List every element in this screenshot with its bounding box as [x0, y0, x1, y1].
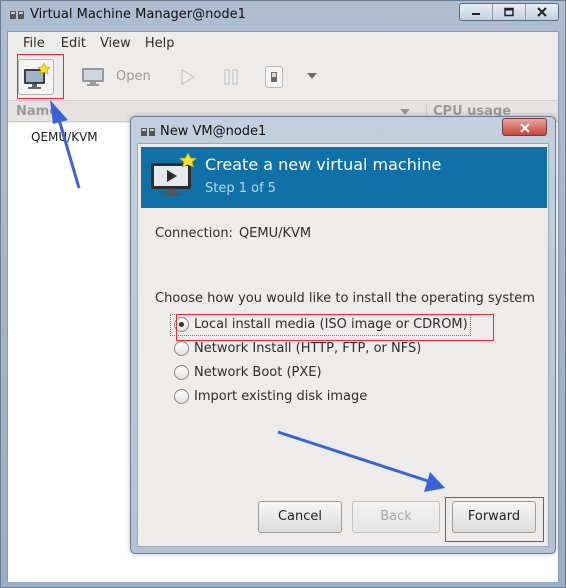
wizard-banner: Create a new virtual machine Step 1 of 5 — [141, 147, 547, 208]
run-icon[interactable] — [181, 69, 195, 85]
connection-label: Connection: — [155, 226, 233, 241]
window-title: Virtual Machine Manager@node1 — [30, 7, 246, 22]
toolbar: Open — [8, 58, 558, 98]
radio-label[interactable]: Local install media (ISO image or CDROM) — [194, 317, 468, 332]
menu-edit[interactable]: Edit — [54, 32, 93, 56]
radio-button[interactable] — [174, 341, 189, 356]
column-header-name[interactable]: Name — [16, 104, 58, 119]
close-button[interactable] — [526, 4, 558, 20]
pause-icon[interactable] — [224, 69, 238, 85]
radio-network-install[interactable]: Network Install (HTTP, FTP, or NFS) — [174, 341, 421, 356]
maximize-button[interactable] — [493, 4, 526, 20]
open-vm-icon[interactable] — [81, 67, 105, 87]
close-icon — [520, 123, 530, 133]
window-controls — [459, 3, 559, 21]
dialog-client-area: Create a new virtual machine Step 1 of 5… — [137, 143, 549, 547]
dialog-app-icon — [141, 128, 155, 136]
radio-label[interactable]: Network Boot (PXE) — [194, 365, 322, 380]
shutdown-button[interactable] — [265, 66, 283, 88]
dialog-close-button[interactable] — [502, 118, 547, 136]
new-vm-dialog: New VM@node1 Create a new virtual machin… — [130, 116, 556, 554]
menubar: File Edit View Help — [8, 32, 558, 56]
connection-value: QEMU/KVM — [238, 226, 312, 241]
menu-help[interactable]: Help — [138, 32, 182, 56]
back-button[interactable]: Back — [352, 501, 440, 533]
sort-arrow-icon[interactable] — [400, 109, 410, 115]
power-icon — [271, 72, 277, 82]
connection-line: Connection: QEMU/KVM — [155, 226, 311, 241]
minimize-icon — [472, 13, 480, 15]
radio-button[interactable] — [174, 389, 189, 404]
main-titlebar[interactable]: Virtual Machine Manager@node1 — [1, 1, 565, 31]
list-item[interactable]: QEMU/KVM — [31, 130, 98, 144]
radio-local-install[interactable]: Local install media (ISO image or CDROM) — [174, 317, 468, 332]
new-vm-button[interactable] — [18, 59, 54, 95]
menu-file[interactable]: File — [16, 32, 52, 56]
radio-network-boot[interactable]: Network Boot (PXE) — [174, 365, 322, 380]
maximize-icon — [504, 7, 514, 17]
forward-button[interactable]: Forward — [452, 501, 536, 533]
radio-label[interactable]: Import existing disk image — [194, 389, 367, 404]
app-icon — [10, 11, 24, 19]
install-method-prompt: Choose how you would like to install the… — [155, 291, 535, 306]
radio-label[interactable]: Network Install (HTTP, FTP, or NFS) — [194, 341, 421, 356]
wizard-title: Create a new virtual machine — [205, 155, 442, 174]
minimize-button[interactable] — [460, 4, 493, 20]
cancel-button[interactable]: Cancel — [258, 501, 342, 533]
wizard-step: Step 1 of 5 — [205, 181, 277, 196]
dialog-title: New VM@node1 — [160, 124, 267, 139]
radio-button-checked[interactable] — [174, 317, 189, 332]
chevron-down-icon[interactable] — [306, 72, 318, 80]
radio-import-disk[interactable]: Import existing disk image — [174, 389, 367, 404]
close-icon — [537, 7, 547, 17]
radio-button[interactable] — [174, 365, 189, 380]
new-vm-icon — [24, 62, 51, 89]
open-button-label[interactable]: Open — [116, 69, 151, 84]
menu-view[interactable]: View — [93, 32, 138, 56]
new-vm-banner-icon — [151, 153, 197, 196]
